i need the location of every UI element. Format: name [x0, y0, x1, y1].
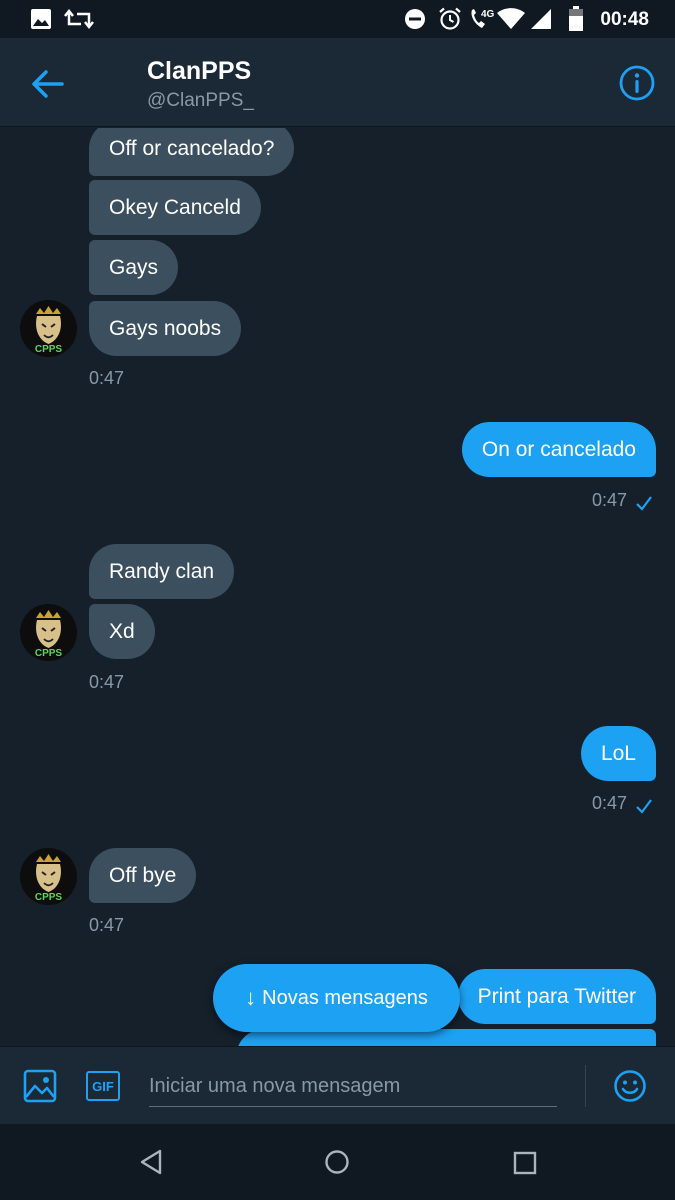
message-timestamp: 0:47	[591, 793, 627, 813]
sent-check-icon	[636, 799, 652, 814]
message-list[interactable]: Off or cancelado? Okey Canceld Gays Gays…	[0, 128, 675, 1046]
retweet-icon	[64, 8, 94, 30]
message-timestamp: 0:47	[89, 672, 125, 692]
network-label: 4G	[481, 9, 495, 20]
avatar-image: CPPS	[20, 848, 77, 905]
emoji-icon[interactable]	[613, 1069, 647, 1103]
message-sent[interactable]: LoL	[580, 726, 656, 781]
system-nav-bar	[0, 1124, 675, 1200]
avatar-label: CPPS	[35, 892, 63, 903]
message-received[interactable]: Xd	[89, 604, 155, 659]
new-messages-button[interactable]: ↓ Novas mensagens	[213, 964, 460, 1032]
conversation-name[interactable]: ClanPPS	[147, 57, 251, 86]
nav-recents-icon[interactable]	[513, 1151, 537, 1175]
message-timestamp: 0:47	[89, 915, 125, 935]
composer-divider	[585, 1065, 586, 1107]
message-timestamp: 0:47	[591, 490, 627, 510]
do-not-disturb-icon	[405, 9, 425, 29]
message-input[interactable]	[149, 1067, 557, 1107]
arrow-left-icon[interactable]	[28, 64, 68, 104]
new-messages-label: Novas mensagens	[262, 986, 428, 1009]
nav-back-icon[interactable]	[139, 1149, 163, 1175]
message-sent[interactable]: On or cancelado	[461, 422, 656, 477]
gif-button[interactable]: GIF	[86, 1071, 120, 1101]
nav-home-icon[interactable]	[324, 1149, 350, 1175]
status-time: 00:48	[600, 9, 649, 30]
image-icon	[31, 9, 51, 29]
image-attach-icon[interactable]	[23, 1069, 57, 1103]
avatar[interactable]: CPPS	[20, 604, 77, 661]
conversation-handle: @ClanPPS_	[147, 90, 254, 111]
message-received[interactable]: Okey Canceld	[89, 180, 261, 235]
avatar-label: CPPS	[35, 648, 63, 659]
arrow-down-icon: ↓	[245, 985, 257, 1010]
conversation-header: ClanPPS @ClanPPS_	[0, 38, 675, 127]
status-bar: 4G 00:48	[0, 0, 675, 38]
message-received[interactable]: Off or cancelado?	[89, 128, 295, 176]
message-timestamp: 0:47	[89, 368, 125, 388]
avatar[interactable]: CPPS	[20, 300, 77, 357]
battery-icon	[569, 6, 583, 31]
message-composer: GIF	[0, 1046, 675, 1124]
avatar-image: CPPS	[20, 300, 77, 357]
info-icon[interactable]	[618, 64, 656, 102]
signal-icon	[531, 9, 551, 29]
avatar-label: CPPS	[35, 344, 63, 355]
wifi-call-icon: 4G	[471, 9, 495, 28]
message-received[interactable]: Gays	[89, 240, 179, 295]
message-received[interactable]: Randy clan	[89, 544, 235, 599]
avatar-image: CPPS	[20, 604, 77, 661]
message-sent[interactable]: Print para Twitter	[457, 969, 656, 1024]
message-received[interactable]: Off bye	[89, 848, 197, 903]
alarm-icon	[439, 7, 461, 30]
sent-check-icon	[636, 496, 652, 511]
message-received[interactable]: Gays noobs	[89, 301, 242, 356]
avatar[interactable]: CPPS	[20, 848, 77, 905]
wifi-icon	[497, 8, 525, 29]
